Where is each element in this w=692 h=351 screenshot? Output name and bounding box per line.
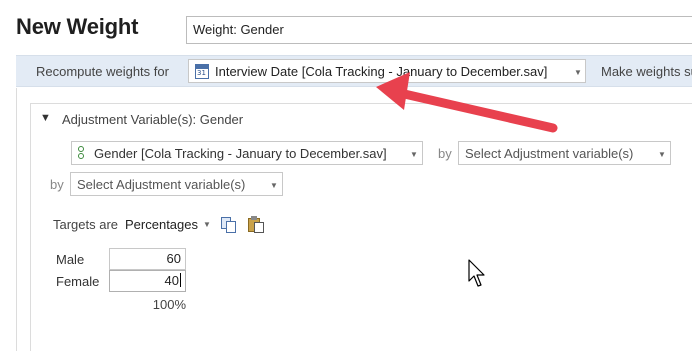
annotation-arrow bbox=[376, 72, 558, 133]
annotation-arrow-shaft bbox=[395, 88, 558, 133]
annotation-arrow-head bbox=[376, 72, 410, 110]
mouse-cursor-icon bbox=[468, 259, 485, 287]
